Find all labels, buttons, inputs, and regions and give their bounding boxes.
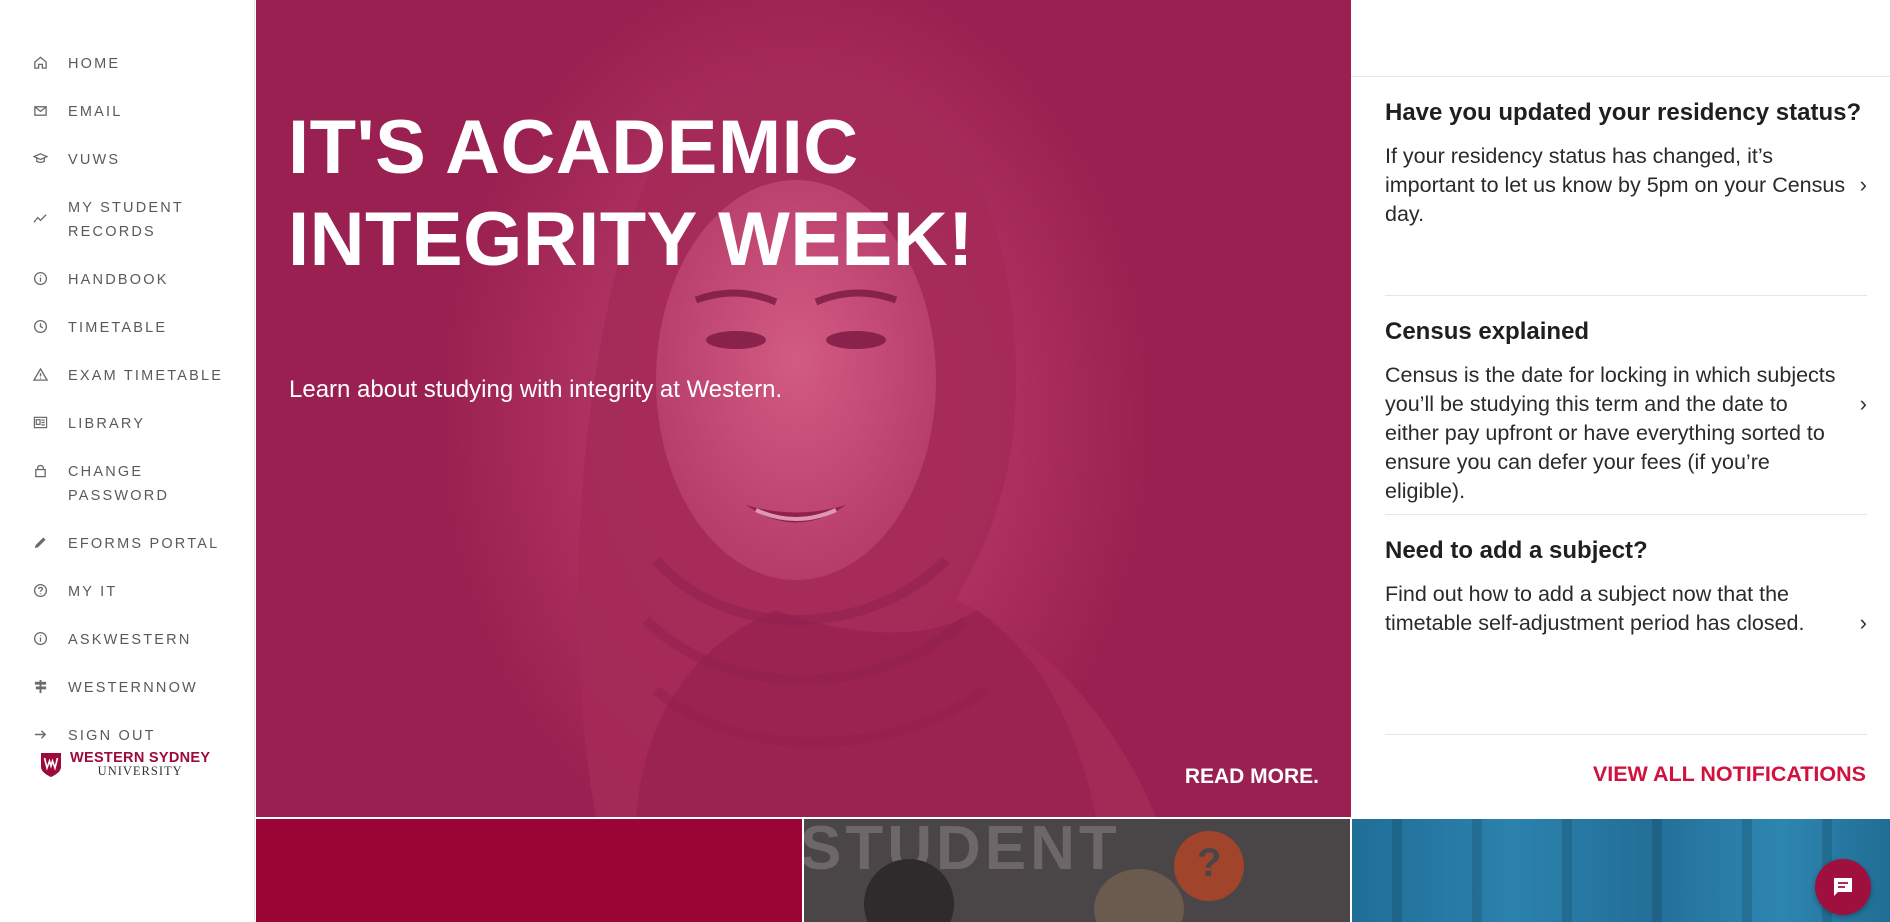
notifications-panel: Have you updated your residency status? …	[1351, 0, 1890, 817]
tile-photo-text: STUDENT	[804, 819, 1121, 883]
tile-photo-stripe	[1392, 819, 1402, 922]
tile-photo-stripe	[1742, 819, 1752, 922]
chevron-right-icon: ›	[1859, 172, 1867, 197]
sidebar-item-change-password[interactable]: CHANGE PASSWORD	[0, 448, 255, 520]
chevron-right-icon: ›	[1859, 391, 1867, 416]
promo-tile-3[interactable]	[1352, 819, 1890, 922]
sidebar-item-vuws[interactable]: VUWS	[0, 136, 255, 184]
sidebar-item-email[interactable]: EMAIL	[0, 88, 255, 136]
sidebar-item-label: EMAIL	[68, 104, 123, 120]
promo-tile-1[interactable]	[256, 819, 802, 922]
sidebar-nav: HOME EMAIL VUWS MY STUDENT RECORDS HANDB…	[0, 40, 255, 760]
info-icon	[32, 630, 48, 646]
notification-title: Census explained	[1385, 318, 1590, 345]
notification-body: If your residency status has changed, it…	[1385, 144, 1846, 226]
sidebar-item-home[interactable]: HOME	[0, 40, 255, 88]
sidebar: HOME EMAIL VUWS MY STUDENT RECORDS HANDB…	[0, 0, 255, 922]
tile-photo-stripe	[1652, 819, 1662, 922]
lock-icon	[32, 462, 48, 478]
notification-item-add-subject[interactable]: Need to add a subject? Find out how to a…	[1385, 538, 1867, 648]
sidebar-item-my-it[interactable]: MY IT	[0, 568, 255, 616]
sidebar-item-student-records[interactable]: MY STUDENT RECORDS	[0, 184, 255, 256]
sidebar-item-label: EXAM TIMETABLE	[68, 368, 224, 384]
notifications-header-bar	[1351, 0, 1890, 77]
sidebar-item-westernnow[interactable]: WESTERNNOW	[0, 664, 255, 712]
email-icon	[32, 102, 48, 118]
chat-bubble-icon	[1834, 878, 1852, 896]
arrow-right-icon	[32, 726, 48, 742]
logo-line-2: UNIVERSITY	[97, 764, 183, 778]
sidebar-item-library[interactable]: LIBRARY	[0, 400, 255, 448]
sidebar-item-timetable[interactable]: TIMETABLE	[0, 304, 255, 352]
sidebar-item-exam-timetable[interactable]: EXAM TIMETABLE	[0, 352, 255, 400]
notification-item-residency[interactable]: Have you updated your residency status? …	[1385, 100, 1867, 296]
hero-banner[interactable]: IT'S ACADEMIC INTEGRITY WEEK! Learn abou…	[256, 0, 1351, 817]
sidebar-item-label: WESTERNNOW	[68, 680, 198, 696]
library-icon	[32, 414, 48, 430]
graduation-cap-icon	[32, 150, 48, 166]
sidebar-item-label: MY STUDENT RECORDS	[68, 200, 184, 240]
pencil-icon	[32, 534, 48, 550]
chat-button[interactable]	[1815, 859, 1871, 915]
hero-subtitle: Learn about studying with integrity at W…	[289, 376, 783, 403]
warning-triangle-icon	[32, 366, 48, 382]
logo-text: WESTERN SYDNEY UNIVERSITY	[70, 751, 210, 778]
sidebar-item-askwestern[interactable]: ASKWESTERN	[0, 616, 255, 664]
signpost-icon	[32, 678, 48, 694]
sidebar-item-label: HOME	[68, 56, 121, 72]
student-portal: HOME EMAIL VUWS MY STUDENT RECORDS HANDB…	[0, 0, 1890, 922]
clock-icon	[32, 318, 48, 334]
promo-tile-student-services[interactable]: STUDENT ?	[804, 819, 1350, 922]
sidebar-item-label: TIMETABLE	[68, 320, 168, 336]
tile-photo-question-mark: ?	[1197, 841, 1222, 885]
notification-title: Have you updated your residency status?	[1385, 99, 1862, 126]
help-circle-icon	[32, 582, 48, 598]
sidebar-item-handbook[interactable]: HANDBOOK	[0, 256, 255, 304]
sidebar-item-eforms-portal[interactable]: EFORMS PORTAL	[0, 520, 255, 568]
chevron-right-icon: ›	[1859, 610, 1867, 635]
tile-photo-stripe	[1562, 819, 1572, 922]
sidebar-item-label: VUWS	[68, 152, 121, 168]
read-more-link[interactable]: READ MORE.	[1185, 765, 1319, 789]
university-logo[interactable]: WESTERN SYDNEY UNIVERSITY	[40, 751, 210, 778]
trend-line-icon	[32, 210, 48, 226]
notifications-divider	[1385, 734, 1867, 735]
sidebar-item-label: LIBRARY	[68, 416, 146, 432]
tile-photo-stripe	[1472, 819, 1482, 922]
view-all-notifications-link[interactable]: VIEW ALL NOTIFICATIONS	[1593, 762, 1866, 787]
notification-body: Find out how to add a subject now that t…	[1385, 582, 1805, 635]
shield-logo-icon	[41, 753, 61, 777]
home-icon	[32, 54, 48, 70]
info-icon	[32, 270, 48, 286]
hero-title: IT'S ACADEMIC INTEGRITY WEEK!	[288, 105, 974, 282]
sidebar-item-label: EFORMS PORTAL	[68, 536, 220, 552]
notification-item-census[interactable]: Census explained Census is the date for …	[1385, 319, 1867, 515]
sidebar-item-label: ASKWESTERN	[68, 632, 192, 648]
sidebar-item-label: MY IT	[68, 584, 118, 600]
sidebar-item-label: CHANGE PASSWORD	[68, 464, 170, 504]
sidebar-item-label: HANDBOOK	[68, 272, 169, 288]
notification-body: Census is the date for locking in which …	[1385, 363, 1836, 503]
notification-title: Need to add a subject?	[1385, 537, 1648, 564]
